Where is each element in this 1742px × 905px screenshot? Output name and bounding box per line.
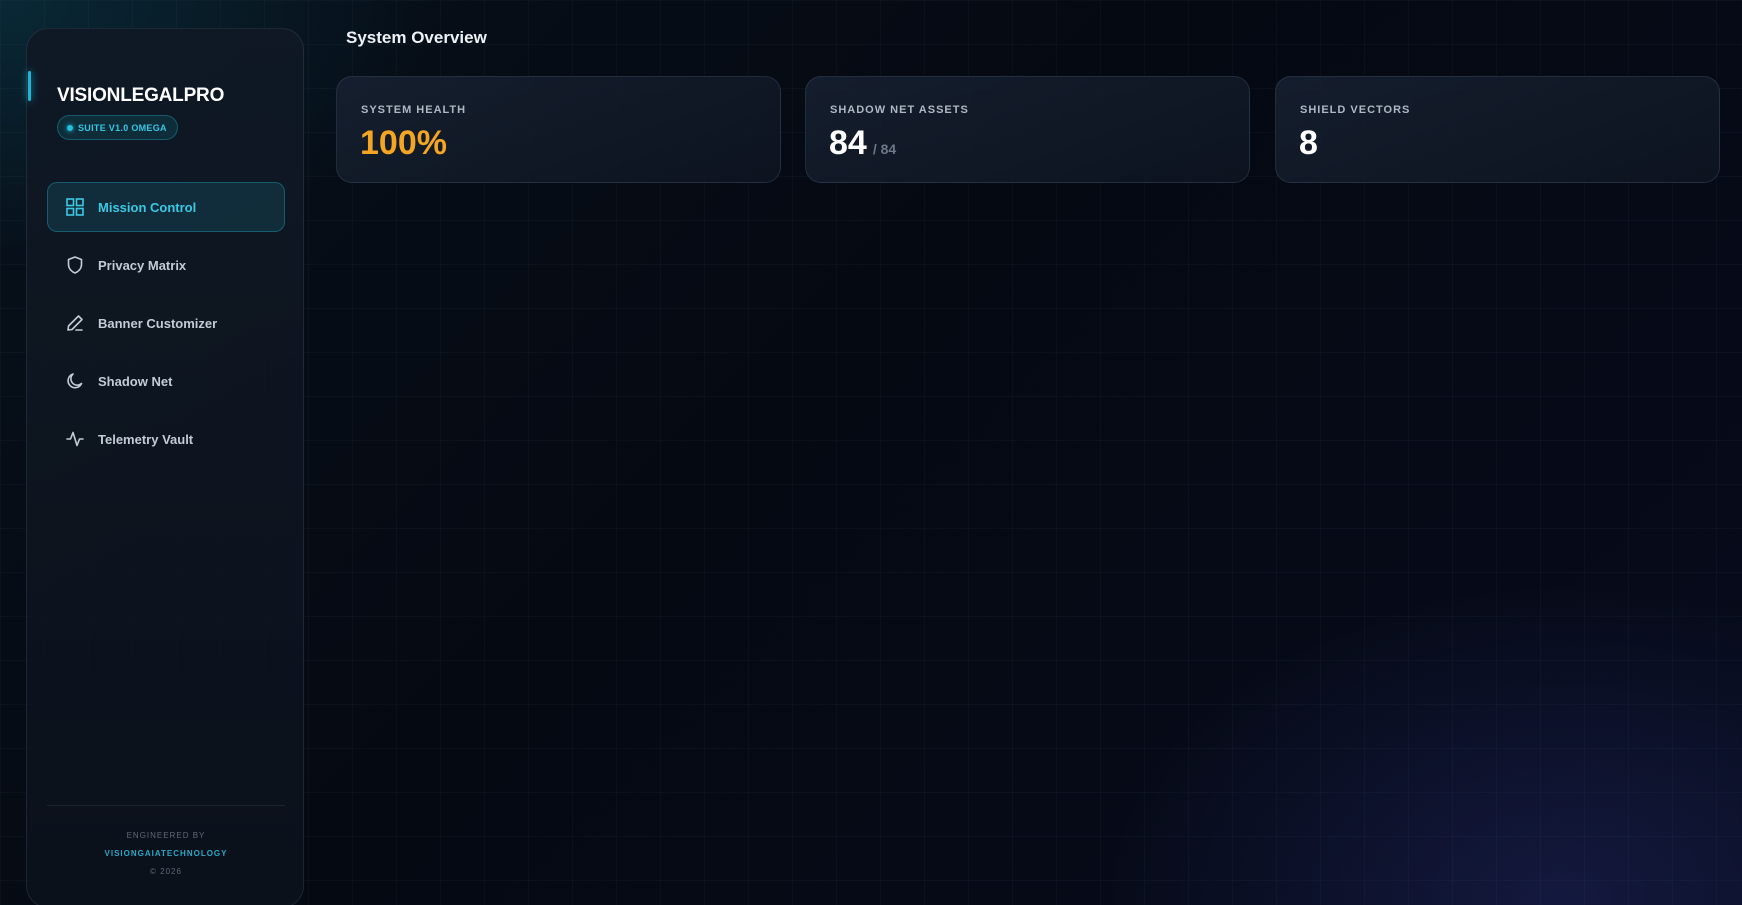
sidebar-item-label: Telemetry Vault <box>98 431 194 447</box>
footer-copyright: © 2026 <box>150 867 182 876</box>
stat-value-number: 100% <box>360 124 447 162</box>
sidebar-footer: ENGINEERED BY VISIONGAIATECHNOLOGY © 202… <box>27 831 305 876</box>
sidebar-item-shadow-net[interactable]: Shadow Net <box>47 356 285 406</box>
sidebar-item-telemetry-vault[interactable]: Telemetry Vault <box>47 414 285 464</box>
stat-card-shadow-net-assets: SHADOW NET ASSETS 84 / 84 <box>805 76 1250 183</box>
stat-value: 8 <box>1299 124 1318 163</box>
sidebar: VISIONLEGALPRO SUITE V1.0 OMEGA Mission … <box>26 28 304 905</box>
grid-icon <box>64 197 85 218</box>
stat-label: SYSTEM HEALTH <box>361 104 467 116</box>
stat-label: SHADOW NET ASSETS <box>830 104 969 116</box>
page-title: System Overview <box>346 28 487 47</box>
sidebar-item-label: Privacy Matrix <box>98 257 187 273</box>
version-badge-label: SUITE V1.0 OMEGA <box>78 122 167 133</box>
stat-card-shield-vectors: SHIELD VECTORS 8 <box>1275 76 1720 183</box>
sidebar-nav: Mission Control Privacy Matrix Banner Cu… <box>47 182 285 472</box>
shield-icon <box>64 255 85 276</box>
footer-engineered-by: ENGINEERED BY <box>126 831 206 840</box>
sidebar-item-label: Mission Control <box>98 199 197 215</box>
sidebar-item-label: Shadow Net <box>98 373 173 389</box>
stat-card-system-health: SYSTEM HEALTH 100% <box>336 76 781 183</box>
stat-label: SHIELD VECTORS <box>1300 104 1411 116</box>
sidebar-item-privacy-matrix[interactable]: Privacy Matrix <box>47 240 285 290</box>
pencil-icon <box>64 313 85 334</box>
stat-value: 84 / 84 <box>829 124 896 163</box>
stat-value-number: 8 <box>1299 124 1318 162</box>
stat-value-total: / 84 <box>872 141 897 157</box>
sidebar-divider <box>47 805 285 806</box>
sidebar-item-label: Banner Customizer <box>98 315 218 331</box>
sidebar-item-mission-control[interactable]: Mission Control <box>47 182 285 232</box>
status-dot-icon <box>67 124 73 131</box>
stat-value-number: 84 <box>829 124 867 162</box>
footer-company-link[interactable]: VISIONGAIATECHNOLOGY <box>27 849 305 858</box>
moon-icon <box>64 371 85 392</box>
sidebar-item-banner-customizer[interactable]: Banner Customizer <box>47 298 285 348</box>
brand-accent-bar <box>28 71 31 101</box>
version-badge: SUITE V1.0 OMEGA <box>57 115 178 140</box>
activity-icon <box>64 429 85 450</box>
brand-title: VISIONLEGALPRO <box>57 85 225 106</box>
stat-value: 100% <box>360 124 447 163</box>
